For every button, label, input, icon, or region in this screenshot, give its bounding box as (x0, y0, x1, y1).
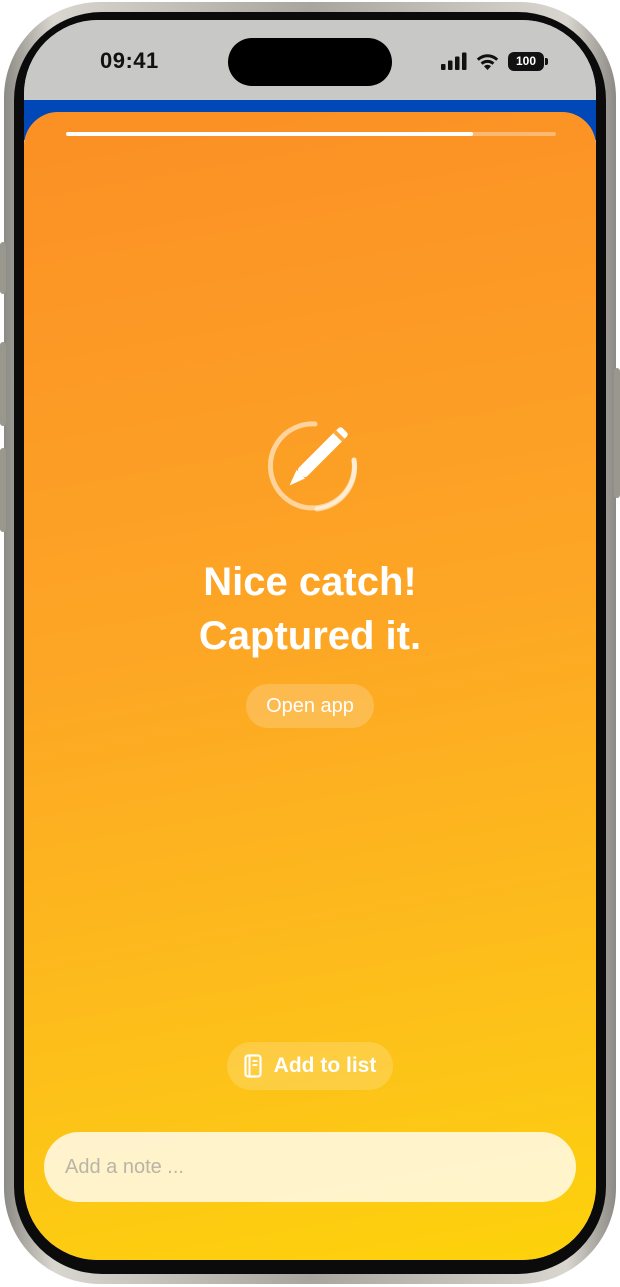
headline-line-2: Captured it. (198, 614, 422, 658)
notebook-icon (244, 1054, 262, 1078)
status-time: 09:41 (100, 48, 159, 73)
capture-sheet: Nice catch! Captured it. Open app Add to… (24, 112, 596, 1260)
open-app-button[interactable]: Open app (246, 684, 374, 728)
volume-down-button (0, 448, 6, 532)
wifi-icon (476, 53, 499, 70)
add-to-list-label: Add to list (273, 1054, 377, 1077)
dynamic-island (228, 38, 392, 86)
dismiss-progress-fill (66, 132, 473, 136)
power-button (614, 368, 620, 498)
status-icons: 100 (441, 50, 548, 72)
dismiss-progress-track (66, 132, 556, 136)
battery-icon: 100 (508, 51, 548, 71)
add-to-list-button[interactable]: Add to list (227, 1042, 393, 1090)
screen: 09:41 100 Nice catch! Captured it. Open … (24, 20, 596, 1260)
note-input[interactable] (44, 1132, 576, 1202)
headline-line-1: Nice catch! (203, 560, 417, 604)
pencil-circle-icon (267, 421, 358, 512)
volume-up-button (0, 342, 6, 426)
action-button (0, 242, 6, 294)
signal-icon (441, 52, 467, 70)
status-bar: 09:41 100 (24, 20, 596, 102)
